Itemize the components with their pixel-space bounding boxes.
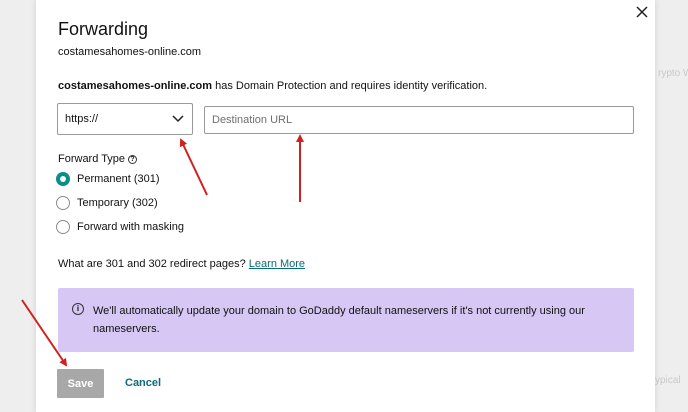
faq-text: What are 301 and 302 redirect pages? [58,258,249,270]
save-button[interactable]: Save [57,369,104,398]
notice-text: has Domain Protection and requires ident… [212,80,488,92]
redirect-faq: What are 301 and 302 redirect pages? Lea… [58,258,305,270]
backdrop-left [0,0,36,412]
radio-forward-with-masking[interactable]: Forward with masking [56,219,184,235]
radio-button[interactable] [56,220,70,234]
cancel-button[interactable]: Cancel [125,377,161,389]
radio-button-checked[interactable] [56,172,70,186]
radio-label: Forward with masking [77,221,184,233]
learn-more-link[interactable]: Learn More [249,258,305,270]
forward-type-label: Forward Type? [58,153,138,165]
protocol-value: https:// [65,113,99,125]
radio-permanent-301[interactable]: Permanent (301) [56,171,160,187]
info-icon: i [72,303,84,315]
radio-label: Permanent (301) [77,173,160,185]
banner-text: We'll automatically update your domain t… [93,305,585,335]
backdrop-right: rypto W ypical [655,0,688,412]
protocol-select[interactable]: https:// [57,103,193,135]
radio-temporary-302[interactable]: Temporary (302) [56,195,158,211]
close-icon [636,6,648,18]
backdrop-text: rypto W [658,68,688,79]
help-icon[interactable]: ? [128,155,138,164]
chevron-down-icon [172,115,184,123]
forward-type-text: Forward Type [58,153,126,165]
domain-name: costamesahomes-online.com [58,46,202,58]
forwarding-dialog: Forwarding costamesahomes-online.com cos… [36,0,655,412]
domain-protection-notice: costamesahomes-online.com has Domain Pro… [58,80,487,92]
notice-domain: costamesahomes-online.com [58,80,213,92]
dialog-title: Forwarding [58,19,149,39]
nameserver-info-banner: i We'll automatically update your domain… [58,288,634,352]
radio-label: Temporary (302) [77,197,158,209]
radio-button[interactable] [56,196,70,210]
close-button[interactable] [633,3,651,21]
destination-url-input[interactable] [204,106,634,134]
backdrop-text: ypical [655,375,681,386]
